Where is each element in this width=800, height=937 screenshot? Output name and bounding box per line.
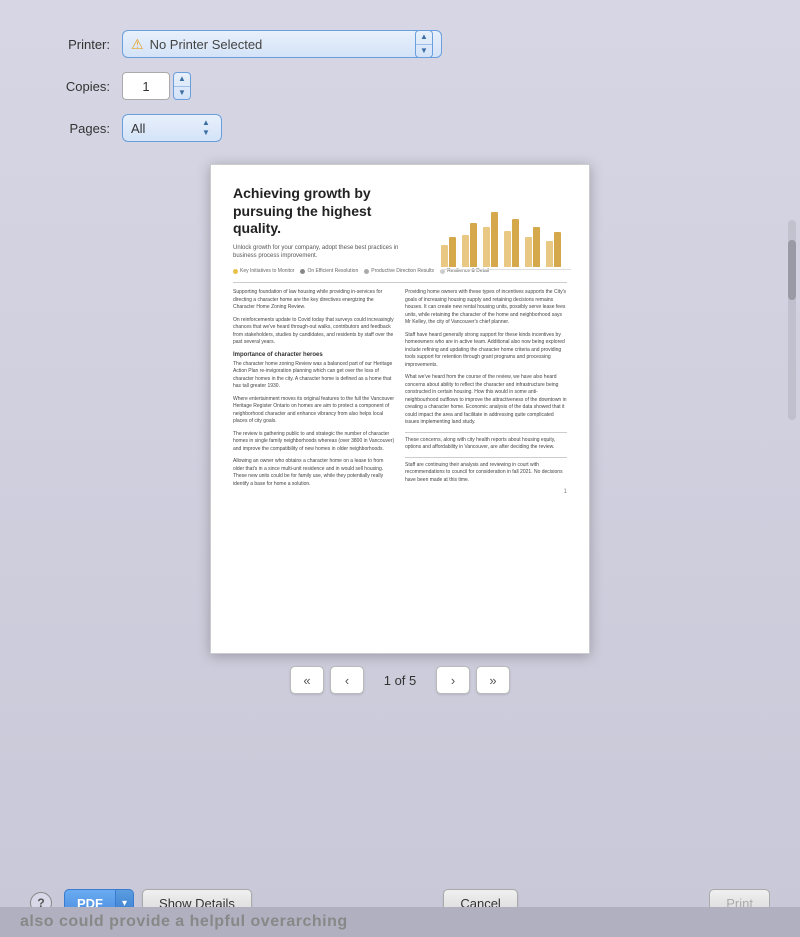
preview-text-8: Staff have heard generally strong suppor… xyxy=(405,332,567,370)
legend-label-1: Key Initiatives to Monitor xyxy=(240,268,294,274)
bottom-ticker-text: also could provide a helpful overarching xyxy=(20,913,348,931)
first-page-button[interactable]: « xyxy=(290,666,324,694)
printer-arrows[interactable]: ▲ ▼ xyxy=(415,30,433,58)
preview-text-6: Allowing an owner who obtains a characte… xyxy=(233,458,395,488)
last-page-button[interactable]: » xyxy=(476,666,510,694)
pages-label: Pages: xyxy=(30,121,110,136)
copies-arrow-up[interactable]: ▲ xyxy=(174,73,190,87)
printer-label: Printer: xyxy=(30,37,110,52)
legend-dot-3 xyxy=(364,269,369,274)
preview-text-11: Staff are continuing their analysis and … xyxy=(405,462,567,485)
preview-divider-2 xyxy=(405,432,567,433)
scrollbar[interactable] xyxy=(788,220,796,420)
prev-page-button[interactable]: ‹ xyxy=(330,666,364,694)
pages-arrows[interactable]: ▲ ▼ xyxy=(199,118,213,137)
copies-arrow-down[interactable]: ▼ xyxy=(174,87,190,100)
preview-text-4: Where entertainment moves its original f… xyxy=(233,396,395,426)
preview-text-1: Supporting foundation of law housing whi… xyxy=(233,289,395,312)
preview-divider-3 xyxy=(405,457,567,458)
preview-page-num: 1 xyxy=(405,489,567,495)
printer-select[interactable]: ⚠ No Printer Selected ▲ ▼ xyxy=(122,30,442,58)
preview-text-9: What we've heard from the course of the … xyxy=(405,374,567,427)
preview-columns: Supporting foundation of law housing whi… xyxy=(233,289,567,495)
page-counter: 1 of 5 xyxy=(370,673,430,688)
preview-content: Achieving growth by pursuing the highest… xyxy=(211,165,589,653)
pages-value: All xyxy=(131,121,195,136)
printer-value: No Printer Selected xyxy=(150,37,413,52)
preview-title: Achieving growth by pursuing the highest… xyxy=(233,185,417,238)
legend-label-3: Productive Direction Results xyxy=(371,268,434,274)
preview-text-10: These concerns, along with city health r… xyxy=(405,437,567,452)
preview-col-1: Supporting foundation of law housing whi… xyxy=(233,289,395,495)
legend-dot-1 xyxy=(233,269,238,274)
copies-value: 1 xyxy=(142,79,149,94)
print-dialog: Printer: ⚠ No Printer Selected ▲ ▼ Copie… xyxy=(0,0,800,937)
printer-arrow-up[interactable]: ▲ xyxy=(416,31,432,45)
bottom-ticker-bar: also could provide a helpful overarching xyxy=(0,907,800,937)
copies-label: Copies: xyxy=(30,79,110,94)
preview-col-2: Providing home owners with these types o… xyxy=(405,289,567,495)
pages-arrow-up[interactable]: ▲ xyxy=(199,118,213,128)
legend-item-2: On Efficient Resolution xyxy=(300,268,358,274)
preview-text-2: On reinforcements update to Covid today … xyxy=(233,317,395,347)
legend-item-3: Productive Direction Results xyxy=(364,268,434,274)
pages-select[interactable]: All ▲ ▼ xyxy=(122,114,222,142)
preview-text-7: Providing home owners with these types o… xyxy=(405,289,567,327)
printer-arrow-down[interactable]: ▼ xyxy=(416,45,432,58)
copies-row: Copies: 1 ▲ ▼ xyxy=(30,72,770,100)
page-preview: Achieving growth by pursuing the highest… xyxy=(210,164,590,654)
legend-label-2: On Efficient Resolution xyxy=(307,268,358,274)
warning-icon: ⚠ xyxy=(131,36,144,53)
preview-chart xyxy=(441,187,571,287)
preview-subtitle: Unlock growth for your company, adopt th… xyxy=(233,244,417,261)
preview-text-5: The review is gathering public to and st… xyxy=(233,431,395,454)
legend-item-1: Key Initiatives to Monitor xyxy=(233,268,294,274)
copies-input[interactable]: 1 xyxy=(122,72,170,100)
pages-arrow-down[interactable]: ▼ xyxy=(199,128,213,138)
preview-heading-1: Importance of character heroes xyxy=(233,352,395,358)
printer-row: Printer: ⚠ No Printer Selected ▲ ▼ xyxy=(30,30,770,58)
preview-area: Achieving growth by pursuing the highest… xyxy=(190,164,610,710)
pagination-row: « ‹ 1 of 5 › » xyxy=(290,666,510,694)
legend-dot-2 xyxy=(300,269,305,274)
next-page-button[interactable]: › xyxy=(436,666,470,694)
copies-stepper[interactable]: ▲ ▼ xyxy=(173,72,191,100)
pages-row: Pages: All ▲ ▼ xyxy=(30,114,770,142)
scrollbar-thumb[interactable] xyxy=(788,240,796,300)
preview-text-3: The character home zoning Review was a b… xyxy=(233,361,395,391)
